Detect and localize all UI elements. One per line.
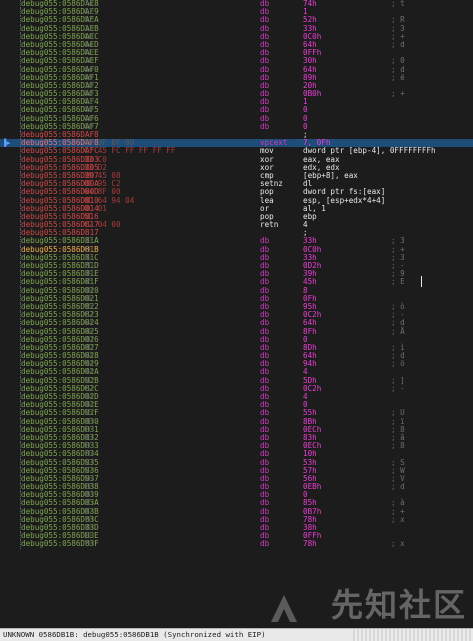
arrow-gutter — [0, 442, 21, 451]
arrow-gutter — [0, 278, 21, 287]
comment-cell: ; E — [391, 277, 405, 287]
arrow-gutter — [0, 294, 21, 303]
mnemonic-cell: db — [260, 121, 270, 131]
arrow-gutter — [0, 237, 21, 246]
comment-cell: ; + — [391, 89, 405, 99]
disassembly-view[interactable]: debug055:0586DAE8 74 db 74h; t debug055:0586… — [0, 0, 473, 628]
comment-cell: ; x — [391, 539, 405, 549]
arrow-gutter — [0, 474, 21, 484]
arrow-gutter — [0, 450, 21, 459]
arrow-gutter — [0, 196, 21, 205]
arrow-gutter — [0, 229, 21, 238]
arrow-gutter — [0, 253, 21, 262]
arrow-gutter — [0, 131, 21, 140]
watermark-text: 先知社区 — [330, 586, 467, 624]
arrow-gutter — [0, 8, 21, 17]
arrow-gutter — [0, 483, 21, 492]
arrow-gutter — [0, 180, 21, 189]
arrow-gutter — [0, 433, 21, 443]
arrow-gutter — [0, 507, 21, 516]
comment-cell: ; Å — [391, 326, 405, 336]
arrow-gutter — [0, 311, 21, 320]
arrow-gutter — [0, 524, 21, 533]
comment-cell: ; ö — [391, 359, 405, 369]
arrow-gutter — [0, 352, 21, 361]
arrow-gutter — [0, 368, 21, 377]
arrow-gutter — [0, 499, 21, 508]
arrow-gutter — [0, 32, 21, 41]
opcode-bytes-cell: 78 — [84, 539, 94, 549]
arrow-gutter — [0, 286, 21, 295]
arrow-gutter — [0, 360, 21, 369]
arrow-gutter — [0, 204, 21, 213]
comment-cell: ; 8 — [391, 441, 405, 451]
arrow-gutter — [0, 40, 21, 50]
arrow-gutter — [0, 417, 21, 426]
mnemonic-cell: db — [260, 539, 270, 549]
arrow-gutter — [0, 81, 21, 91]
text-cursor — [421, 276, 422, 287]
arrow-gutter — [0, 401, 21, 410]
arrow-gutter — [0, 409, 21, 418]
arrow-gutter — [0, 106, 21, 115]
arrow-gutter — [0, 262, 21, 271]
arrow-gutter — [0, 515, 21, 524]
arrow-gutter — [0, 335, 21, 344]
arrow-gutter — [0, 532, 21, 541]
arrow-gutter — [0, 319, 21, 328]
arrow-gutter — [0, 466, 21, 475]
comment-cell: ; x — [391, 514, 405, 524]
listing-row[interactable]: debug055:0586DB3F 78 db 78h; x — [0, 539, 473, 549]
arrow-gutter — [0, 393, 21, 402]
arrow-gutter — [0, 122, 21, 131]
arrow-gutter — [0, 245, 21, 254]
arrow-gutter — [0, 73, 21, 82]
comment-cell: ; d — [391, 482, 405, 492]
arrow-gutter — [0, 65, 21, 74]
comment-cell: ; ë — [391, 72, 405, 82]
comment-cell: ; d — [391, 39, 405, 49]
arrow-gutter — [0, 163, 21, 172]
arrow-gutter — [0, 327, 21, 336]
arrow-gutter — [0, 24, 21, 33]
watermark-logo-icon — [271, 595, 297, 622]
arrow-gutter — [0, 302, 21, 312]
mnemonic-cell: retn — [260, 220, 279, 230]
arrow-gutter — [0, 425, 21, 434]
arrow-gutter — [0, 49, 21, 58]
status-bar: UNKNOWN 0586DB1B: debug055:0586DB1B (Syn… — [0, 628, 473, 641]
arrow-gutter — [0, 458, 21, 467]
arrow-gutter — [0, 114, 21, 123]
arrow-gutter — [0, 98, 21, 107]
arrow-gutter — [0, 155, 21, 164]
resize-grip[interactable] — [353, 629, 473, 641]
arrow-gutter — [0, 90, 21, 99]
comment-cell: ; - — [391, 383, 405, 393]
arrow-gutter — [0, 376, 21, 385]
arrow-gutter — [0, 188, 21, 197]
arrow-gutter — [0, 171, 21, 181]
arrow-gutter — [0, 270, 21, 279]
arrow-gutter — [0, 0, 21, 9]
status-text: UNKNOWN 0586DB1B: debug055:0586DB1B (Syn… — [3, 630, 266, 639]
arrow-gutter — [0, 57, 21, 66]
arrow-gutter — [0, 16, 21, 25]
arrow-gutter — [0, 384, 21, 393]
arrow-gutter — [0, 212, 21, 222]
operand-cell[interactable]: 78h — [303, 540, 317, 548]
comment-cell: ; t — [391, 0, 405, 8]
arrow-gutter — [0, 221, 21, 230]
arrow-gutter — [0, 343, 21, 353]
eip-arrow-icon: ▐▶ — [2, 139, 11, 148]
arrow-gutter — [0, 540, 21, 549]
arrow-gutter — [0, 147, 21, 156]
arrow-gutter — [0, 491, 21, 500]
